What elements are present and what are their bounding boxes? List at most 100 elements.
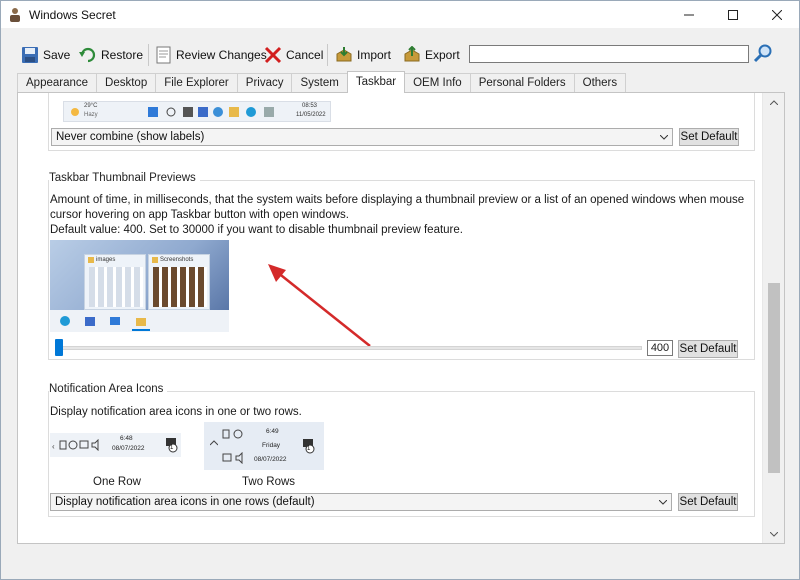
save-button[interactable]: Save <box>21 44 70 66</box>
edge-icon <box>60 316 70 326</box>
tray-icons-bottom-row <box>222 452 243 464</box>
thumbnail-delay-slider-track[interactable] <box>58 346 642 350</box>
tab-others[interactable]: Others <box>573 73 627 93</box>
thumbnail-description: Amount of time, in milliseconds, that th… <box>50 194 745 221</box>
thumbnail-window-2: Screenshots <box>148 254 210 310</box>
export-icon <box>404 46 420 62</box>
one-row-caption: One Row <box>93 476 141 488</box>
restore-button[interactable]: Restore <box>79 44 143 66</box>
tab-file-explorer[interactable]: File Explorer <box>155 73 238 93</box>
annotation-arrow <box>268 264 371 347</box>
cancel-icon <box>264 46 282 64</box>
thumbnail-taskbar <box>50 310 229 332</box>
thumbnail-label-2: Screenshots <box>160 257 194 263</box>
one-row-date: 08/07/2022 <box>112 445 145 452</box>
notification-description: Display notification area icons in one o… <box>50 406 302 418</box>
chevron-up-icon <box>770 99 778 105</box>
two-rows-date: 08/07/2022 <box>254 456 287 463</box>
chevron-down-icon <box>770 531 778 537</box>
taskbar-preview-image: 29°C Hazy 08:53 11/05/2022 <box>63 101 331 122</box>
preview-date: 11/05/2022 <box>296 112 326 118</box>
notification-set-default-button[interactable]: Set Default <box>678 493 738 511</box>
tab-bar: Appearance Desktop File Explorer Privacy… <box>17 71 627 93</box>
combine-buttons-group: 29°C Hazy 08:53 11/05/2022 Never combine… <box>48 93 755 151</box>
window-title: Windows Secret <box>29 7 116 22</box>
cancel-label: Cancel <box>286 48 324 62</box>
maximize-button[interactable] <box>711 1 755 28</box>
cancel-button[interactable]: Cancel <box>264 44 323 66</box>
toolbar: Save Restore Review Changes Cancel Impor… <box>1 28 799 76</box>
combine-mode-select[interactable]: Never combine (show labels) <box>51 128 673 146</box>
two-rows-caption: Two Rows <box>242 476 296 488</box>
tab-personal-folders[interactable]: Personal Folders <box>469 73 575 93</box>
tray-icons-one-row: ‹ <box>52 439 99 451</box>
thumbnail-set-default-button[interactable]: Set Default <box>678 340 738 358</box>
export-label: Export <box>425 48 460 62</box>
toolbar-separator <box>327 44 328 66</box>
review-changes-button[interactable]: Review Changes <box>156 44 267 66</box>
app-icon <box>10 7 20 22</box>
two-rows-time: 6:49 <box>266 428 279 435</box>
one-row-preview: ‹ 6:48 08/07/2022 1 <box>50 433 181 457</box>
import-label: Import <box>357 48 392 62</box>
vertical-scrollbar[interactable] <box>762 93 784 543</box>
main-window: Windows Secret Save Restore Review Chang… <box>0 0 800 580</box>
notification-rows-value: Display notification area icons in one r… <box>55 496 315 508</box>
one-row-badge-count: 1 <box>170 445 174 451</box>
thumbnail-preview-image: images Screenshots <box>50 240 229 332</box>
restore-label: Restore <box>101 48 144 62</box>
minimize-icon <box>684 14 694 15</box>
review-changes-label: Review Changes <box>176 48 267 62</box>
thumbnail-label-1: images <box>96 257 116 263</box>
export-button[interactable]: Export <box>403 44 460 66</box>
two-rows-badge-count: 1 <box>307 446 311 452</box>
notification-group-title: Notification Area Icons <box>49 383 168 395</box>
maximize-icon <box>728 9 738 20</box>
restore-icon <box>79 47 96 63</box>
search-input[interactable] <box>469 45 749 63</box>
status-bar <box>1 546 799 579</box>
tab-taskbar[interactable]: Taskbar <box>346 71 406 93</box>
scroll-up-button[interactable] <box>763 93 785 111</box>
close-button[interactable] <box>755 1 799 28</box>
store-icon <box>85 317 95 326</box>
thumbnail-delay-slider-thumb[interactable] <box>55 339 63 356</box>
one-row-time: 6:48 <box>120 435 133 442</box>
scrollbar-thumb[interactable] <box>768 283 780 473</box>
tray-icons-top-row <box>222 429 243 439</box>
weather-temp: 29°C <box>84 103 98 109</box>
chevron-up-icon <box>210 440 218 446</box>
minimize-button[interactable] <box>667 1 711 28</box>
window-controls <box>667 1 799 28</box>
tab-desktop[interactable]: Desktop <box>96 73 157 93</box>
preview-time: 08:53 <box>302 103 318 109</box>
svg-text:‹: ‹ <box>52 442 55 451</box>
tab-privacy[interactable]: Privacy <box>236 73 293 93</box>
scroll-content: 29°C Hazy 08:53 11/05/2022 Never combine… <box>18 93 761 543</box>
chevron-down-icon <box>657 494 669 510</box>
save-icon <box>22 47 38 63</box>
weather-desc: Hazy <box>84 112 98 118</box>
search-icon[interactable] <box>753 43 773 63</box>
weather-icon <box>71 108 79 116</box>
combine-set-default-button[interactable]: Set Default <box>679 128 739 146</box>
tab-system[interactable]: System <box>291 73 348 93</box>
import-button[interactable]: Import <box>335 44 391 66</box>
thumbnail-delay-value[interactable]: 400 <box>647 340 673 356</box>
mail-icon <box>110 317 120 325</box>
two-rows-day: Friday <box>262 442 281 449</box>
thumbnail-default-note: Default value: 400. Set to 30000 if you … <box>50 224 463 236</box>
two-rows-preview: 6:49 Friday 08/07/2022 1 <box>204 422 324 470</box>
notification-rows-select[interactable]: Display notification area icons in one r… <box>50 493 672 511</box>
import-icon <box>336 47 352 62</box>
title-bar: Windows Secret <box>1 1 799 28</box>
thumbnail-window-1: images <box>84 254 146 310</box>
chevron-down-icon <box>658 129 670 145</box>
toolbar-separator <box>148 44 149 66</box>
tab-oem-info[interactable]: OEM Info <box>404 73 471 93</box>
scroll-down-button[interactable] <box>763 525 785 543</box>
tab-appearance[interactable]: Appearance <box>17 73 98 93</box>
taskbar-app-icons <box>148 107 274 117</box>
combine-mode-value: Never combine (show labels) <box>56 131 205 143</box>
thumbnail-group-title: Taskbar Thumbnail Previews <box>49 172 200 184</box>
